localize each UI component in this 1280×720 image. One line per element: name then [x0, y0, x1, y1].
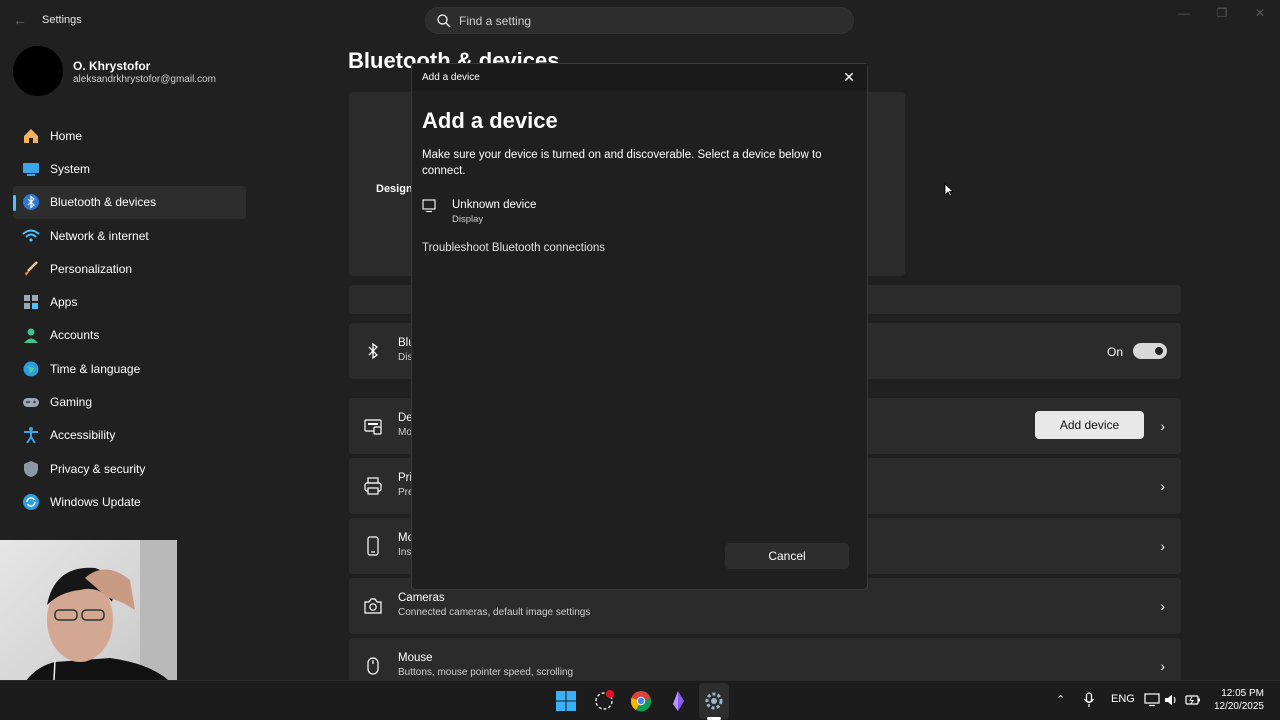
row-subtitle: Ins	[398, 547, 412, 558]
monitor-icon	[422, 199, 436, 213]
sidebar-item-label: Network & internet	[50, 228, 149, 243]
back-arrow-icon[interactable]: ←	[10, 10, 30, 30]
wifi-icon	[22, 229, 40, 242]
start-icon[interactable]	[555, 690, 577, 712]
device-list-item[interactable]: Unknown device Display	[420, 195, 720, 229]
maximize-icon[interactable]: ❐	[1210, 6, 1234, 22]
camera-icon	[364, 598, 382, 614]
sidebar-item-accessibility[interactable]: Accessibility	[13, 419, 246, 452]
mouse-icon	[367, 657, 379, 675]
devices-icon	[364, 419, 382, 435]
row-title: Cameras	[398, 592, 445, 604]
shield-icon	[24, 460, 38, 477]
phone-icon	[367, 536, 379, 556]
sidebar-item-time-language[interactable]: Time & language	[13, 352, 246, 385]
battery-icon[interactable]	[1185, 693, 1201, 707]
row-title: Pri	[398, 472, 413, 484]
microphone-icon[interactable]	[1083, 692, 1095, 708]
language-indicator[interactable]: ENG	[1111, 693, 1135, 705]
row-title: Mouse	[398, 652, 433, 664]
sidebar-item-label: System	[50, 161, 91, 176]
sidebar-item-label: Gaming	[50, 395, 93, 410]
troubleshoot-link[interactable]: Troubleshoot Bluetooth connections	[422, 242, 605, 254]
dialog-description: Make sure your device is turned on and d…	[422, 149, 822, 177]
add-device-dialog: Add a device ✕ Add a device Make sure yo…	[411, 63, 868, 590]
system-icon	[23, 162, 39, 176]
title-bar: ← Settings — ❐ ✕	[0, 0, 1280, 40]
sidebar-item-label: Time & language	[50, 361, 141, 376]
printer-icon	[364, 477, 382, 495]
volume-icon[interactable]	[1164, 693, 1178, 707]
avatar[interactable]	[13, 46, 63, 96]
chevron-right-icon: ›	[1160, 478, 1165, 494]
sidebar-item-label: Apps	[50, 295, 78, 310]
device-type: Display	[452, 214, 484, 225]
sidebar-item-apps[interactable]: Apps	[13, 285, 246, 318]
cancel-button[interactable]: Cancel	[725, 543, 849, 569]
sidebar-item-label: Windows Update	[50, 494, 141, 509]
chevron-right-icon: ›	[1160, 598, 1165, 614]
settings-gear-icon[interactable]	[703, 690, 725, 712]
search-box[interactable]	[425, 7, 854, 34]
minimize-icon[interactable]: —	[1172, 6, 1196, 22]
sidebar-item-label: Bluetooth & devices	[50, 195, 157, 210]
taskbar: ⌃ ENG 12:05 PM 12/20/2025	[0, 680, 1280, 720]
row-subtitle: Connected cameras, default image setting…	[398, 607, 591, 618]
profile-name: O. Khrystofor	[73, 59, 151, 73]
chevron-right-icon: ›	[1160, 658, 1165, 674]
app-title: Settings	[42, 14, 82, 26]
sidebar-item-label: Personalization	[50, 261, 133, 276]
update-icon	[23, 493, 39, 510]
apps-icon	[24, 295, 38, 310]
dialog-heading: Add a device	[422, 108, 558, 133]
accessibility-icon	[24, 427, 38, 444]
sidebar-item-label: Accessibility	[50, 428, 116, 443]
sidebar-item-bluetooth[interactable]: Bluetooth & devices	[13, 185, 246, 219]
chevron-up-icon[interactable]: ⌃	[1056, 693, 1065, 706]
chevron-right-icon: ›	[1160, 538, 1165, 554]
hero-device-label: Design	[376, 183, 413, 195]
taskbar-date[interactable]: 12/20/2025	[1214, 701, 1264, 712]
crystal-app-icon[interactable]	[667, 690, 689, 712]
sidebar-item-privacy[interactable]: Privacy & security	[13, 452, 246, 485]
home-icon	[24, 128, 38, 143]
row-subtitle: Mo	[398, 427, 412, 438]
globe-icon	[23, 361, 39, 377]
device-name: Unknown device	[452, 199, 537, 211]
bluetooth-toggle[interactable]	[1133, 343, 1167, 359]
search-input[interactable]	[459, 8, 839, 33]
sidebar-item-windows-update[interactable]: Windows Update	[13, 485, 246, 518]
sidebar-item-personalization[interactable]: Personalization	[13, 252, 246, 285]
sidebar-nav: Home System Bluetooth & devices Network …	[13, 119, 246, 519]
network-icon[interactable]	[1144, 693, 1160, 707]
toggle-state-label: On	[1106, 345, 1123, 359]
close-icon[interactable]: ✕	[841, 69, 857, 85]
recorder-icon[interactable]	[593, 690, 615, 712]
close-window-icon[interactable]: ✕	[1248, 6, 1272, 22]
sidebar-item-label: Accounts	[50, 328, 100, 343]
sidebar-item-label: Privacy & security	[50, 461, 146, 476]
row-subtitle: Buttons, mouse pointer speed, scrolling	[398, 667, 574, 678]
sidebar-item-system[interactable]: System	[13, 152, 246, 185]
sidebar-item-network[interactable]: Network & internet	[13, 219, 246, 252]
sidebar-item-gaming[interactable]: Gaming	[13, 385, 246, 418]
sidebar-item-accounts[interactable]: Accounts	[13, 319, 246, 352]
bluetooth-icon	[23, 194, 39, 211]
chrome-icon[interactable]	[630, 690, 652, 712]
mouse-cursor-icon	[944, 183, 954, 197]
taskbar-time[interactable]: 12:05 PM	[1221, 688, 1264, 699]
add-device-button[interactable]: Add device	[1035, 411, 1144, 439]
profile-email: aleksandrkhrystofor@gmail.com	[73, 74, 216, 85]
chevron-right-icon: ›	[1160, 418, 1165, 434]
bluetooth-icon	[368, 342, 378, 360]
dialog-title-bar: Add a device ✕	[412, 64, 867, 91]
sidebar-item-label: Home	[50, 128, 83, 143]
sidebar-item-home[interactable]: Home	[13, 119, 246, 152]
gamepad-icon	[23, 398, 39, 408]
search-icon	[437, 14, 451, 28]
brush-icon	[25, 260, 38, 276]
accounts-icon	[24, 328, 38, 344]
dialog-bar-title: Add a device	[422, 72, 480, 83]
